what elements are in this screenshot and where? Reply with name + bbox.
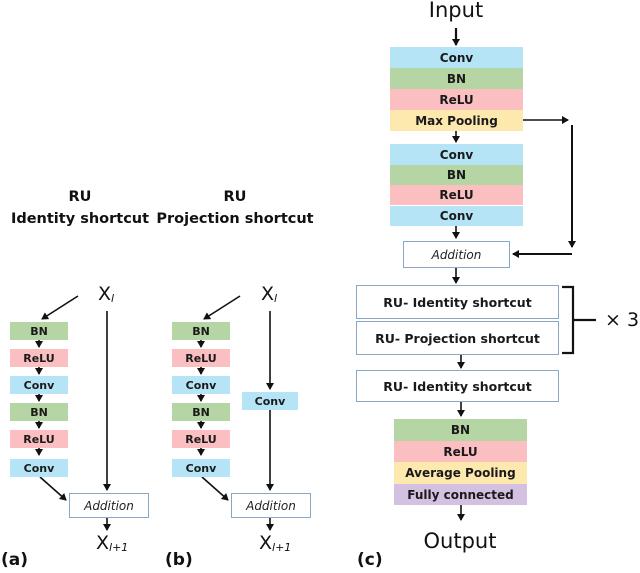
ru-projection-label: RU- Projection shortcut: [375, 330, 540, 346]
panel-a-block-conv-2: Conv: [10, 459, 68, 477]
panel-a-block-relu-1: ReLU: [10, 349, 68, 367]
arrow-b-conv-add: [201, 476, 229, 501]
panel-a-block-relu-2: ReLU: [10, 430, 68, 448]
panel-a-addition-label: Addition: [84, 498, 134, 513]
stem-conv: Conv: [390, 47, 523, 68]
panel-a-block-bn-1: BN: [10, 322, 68, 340]
head-average-pooling: Average Pooling: [394, 462, 527, 484]
stem-max-pooling: Max Pooling: [390, 110, 523, 131]
x-symbol: X: [98, 283, 112, 305]
stem-relu: ReLU: [390, 89, 523, 110]
panel-a-title: RU Identity shortcut: [0, 186, 160, 230]
x-subscript: l+1: [109, 541, 129, 554]
body-bn: BN: [390, 165, 523, 185]
head-relu: ReLU: [394, 441, 527, 462]
panel-b-input-var: Xl: [261, 283, 277, 305]
head-bn: BN: [394, 419, 527, 441]
panel-b-block-relu-2: ReLU: [172, 430, 230, 448]
panel-a-block-conv-1: Conv: [10, 376, 68, 394]
stem-addition-label: Addition: [431, 247, 482, 262]
panel-a-label: (a): [1, 550, 29, 570]
panel-a-title-line2: Identity shortcut: [10, 211, 150, 227]
panel-a-block-bn-2: BN: [10, 403, 68, 421]
panel-b-shortcut-conv: Conv: [242, 392, 298, 410]
panel-b-title-line1: RU: [223, 189, 247, 205]
arrow-a-input: [41, 295, 79, 320]
panel-b-block-bn-1: BN: [172, 322, 230, 340]
body-conv-2: Conv: [390, 206, 523, 226]
arrow-b-input: [203, 295, 241, 320]
panel-b-addition-label: Addition: [246, 498, 296, 513]
stem-addition: Addition: [403, 241, 510, 268]
panel-b-block-conv-2: Conv: [172, 459, 230, 477]
panel-c-label: (c): [357, 550, 383, 570]
ru-identity-label: RU- Identity shortcut: [383, 294, 532, 310]
x-symbol: X: [96, 532, 110, 554]
panel-b-block-conv-1: Conv: [172, 376, 230, 394]
body-conv-1: Conv: [390, 144, 523, 165]
panel-b-title: RU Projection shortcut: [150, 186, 320, 230]
panel-a-addition: Addition: [69, 493, 149, 518]
head-fully-connected: Fully connected: [394, 484, 527, 505]
panel-b-label: (b): [165, 550, 193, 570]
x-subscript: l+1: [272, 541, 292, 554]
x-symbol: X: [261, 283, 275, 305]
panel-b-block-bn-2: BN: [172, 403, 230, 421]
x-symbol: X: [259, 532, 273, 554]
body-relu: ReLU: [390, 185, 523, 205]
x-subscript: l: [274, 292, 278, 305]
panel-a-output-var: Xl+1: [96, 532, 128, 554]
panel-b-addition: Addition: [231, 493, 311, 518]
repeat-count: × 3: [605, 309, 640, 331]
x-subscript: l: [111, 292, 115, 305]
panel-a-title-line1: RU: [68, 189, 92, 205]
ru-projection-block: RU- Projection shortcut: [356, 321, 559, 355]
panel-a-input-var: Xl: [98, 283, 114, 305]
output-label: Output: [423, 529, 497, 553]
panel-b-title-line2: Projection shortcut: [156, 211, 314, 227]
input-label: Input: [428, 0, 484, 22]
ru-identity-block: RU- Identity shortcut: [356, 285, 559, 319]
repeat-brace: [562, 285, 596, 355]
arrow-a-conv-add: [39, 476, 67, 501]
stem-bn: BN: [390, 68, 523, 89]
panel-b-output-var: Xl+1: [259, 532, 291, 554]
panel-b-block-relu-1: ReLU: [172, 349, 230, 367]
ru-identity-final-label: RU- Identity shortcut: [383, 378, 532, 394]
ru-identity-final-block: RU- Identity shortcut: [356, 370, 559, 402]
